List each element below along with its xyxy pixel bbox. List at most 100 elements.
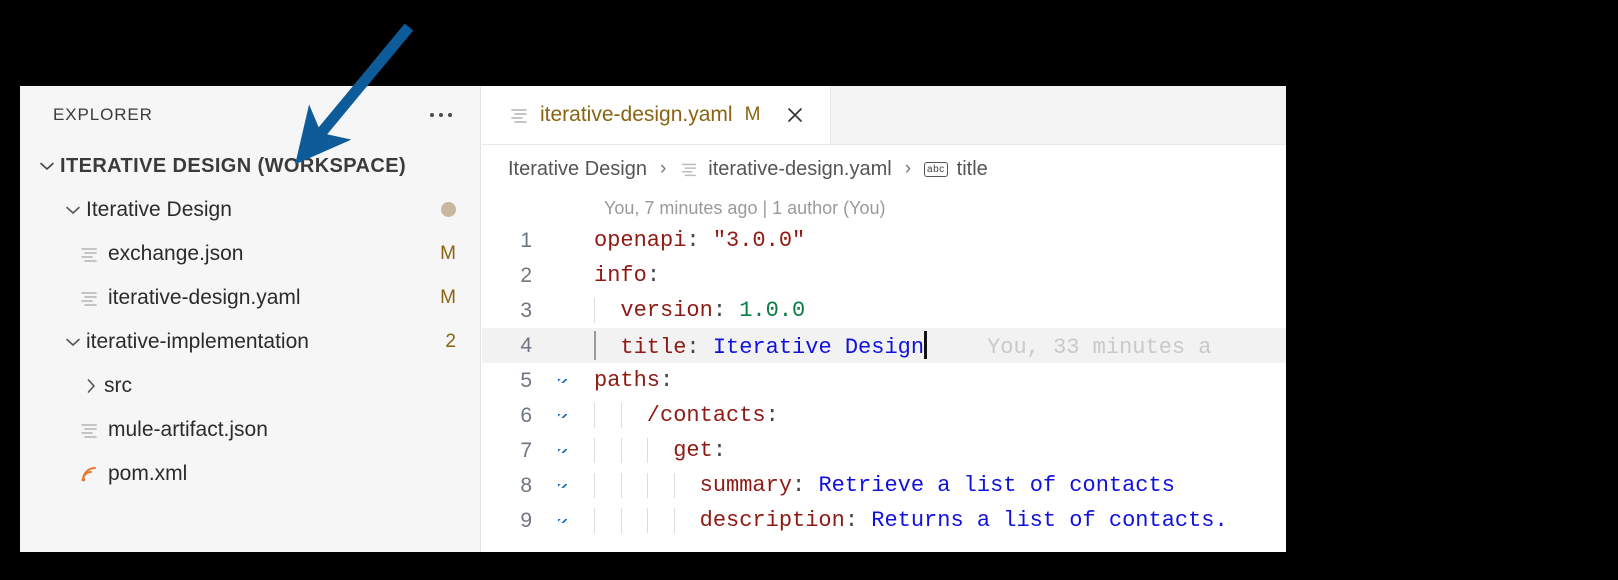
code-line[interactable]: 3 version: 1.0.0 (482, 293, 1286, 328)
line-number: 6 (520, 403, 532, 427)
abc-string-icon: abc (924, 161, 948, 177)
tree-item-badge: M (440, 243, 456, 264)
code-line[interactable]: 8 summary: Retrieve a list of contacts (482, 468, 1286, 503)
line-number: 3 (520, 298, 532, 322)
chevron-right-icon: › (659, 158, 667, 179)
chevron-down-icon[interactable] (60, 197, 86, 223)
tree-item-label: src (104, 374, 132, 397)
breadcrumb-item-folder[interactable]: Iterative Design (508, 158, 647, 181)
line-number: 7 (520, 438, 532, 462)
explorer-sidebar: EXPLORER ITERATIVE DESIGN (WORKSPACE) It… (20, 86, 481, 552)
tree-item-src[interactable]: src (20, 364, 480, 408)
indent-guide (594, 473, 595, 498)
code-token: : (686, 335, 713, 360)
code-line[interactable]: 4 title: Iterative Design You, 33 minutes… (482, 328, 1286, 363)
indent-guide (620, 473, 622, 498)
code-line[interactable]: 1 openapi: "3.0.0" (482, 223, 1286, 258)
code-token: version (594, 298, 713, 323)
screenshot-root: EXPLORER ITERATIVE DESIGN (WORKSPACE) It… (0, 0, 1618, 580)
code-text: version: 1.0.0 (570, 298, 805, 323)
tree-item-label: Iterative Design (86, 198, 232, 221)
tab-iterative-design-yaml[interactable]: iterative-design.yaml M (482, 86, 832, 144)
tree-item-exchange-json[interactable]: exchange.json M (20, 232, 480, 276)
breadcrumb: Iterative Design › iterative-design.yaml… (482, 145, 1286, 193)
code-token: paths (594, 368, 661, 393)
code-token: description (594, 508, 845, 533)
explorer-title: EXPLORER (53, 105, 153, 124)
more-actions-icon[interactable] (424, 107, 458, 123)
code-token: Iterative Design (712, 335, 925, 360)
unsaved-indicator-dot (441, 202, 456, 217)
close-icon[interactable] (782, 102, 808, 128)
code-line[interactable]: 7 get: (482, 433, 1286, 468)
code-token: openapi (594, 228, 687, 253)
line-number: 1 (520, 228, 532, 252)
explorer-header: EXPLORER (20, 86, 480, 144)
chevron-down-icon[interactable] (60, 329, 86, 355)
code-token: title (594, 335, 687, 360)
indent-guide (594, 438, 595, 463)
breadcrumb-item-file[interactable]: iterative-design.yaml (679, 157, 892, 181)
code-token: get (594, 438, 713, 463)
code-token: Retrieve a list of contacts (818, 473, 1175, 498)
tree-item-mule-artifact-json[interactable]: mule-artifact.json (20, 408, 480, 452)
chevron-down-icon[interactable] (34, 153, 60, 179)
code-token: : (686, 228, 713, 253)
indent-guide (594, 298, 595, 323)
line-number: 2 (520, 263, 532, 287)
indent-guide (620, 508, 622, 533)
code-text: openapi: "3.0.0" (570, 228, 805, 253)
code-token: : (712, 438, 727, 463)
code-editor[interactable]: 1 openapi: "3.0.0" 2 info: 3 version: 1.0.0 4… (482, 223, 1286, 538)
tab-modified-badge: M (744, 104, 761, 125)
code-text: /contacts: (570, 403, 779, 428)
tree-item-iterative-design-yaml[interactable]: iterative-design.yaml M (20, 276, 480, 320)
tab-bar: iterative-design.yaml M (482, 86, 1286, 145)
indent-guide (620, 438, 622, 463)
inline-blame-annotation: You, 33 minutes a (987, 335, 1212, 360)
tree-item-label: mule-artifact.json (108, 418, 268, 441)
breadcrumb-folder-label: Iterative Design (508, 157, 647, 180)
tree-item-iterative-implementation[interactable]: iterative-implementation 2 (20, 320, 480, 364)
vscode-window: EXPLORER ITERATIVE DESIGN (WORKSPACE) It… (20, 86, 1286, 552)
code-line[interactable]: 6 /contacts: (482, 398, 1286, 433)
code-token: summary (594, 473, 793, 498)
yaml-file-icon (78, 243, 108, 265)
line-number: 5 (520, 368, 532, 392)
code-token: info (594, 263, 647, 288)
tree-item-iterative-design[interactable]: Iterative Design (20, 188, 480, 232)
code-token: : (792, 473, 819, 498)
code-token: : (844, 508, 872, 533)
yaml-file-icon (508, 104, 530, 126)
indent-guide (594, 508, 595, 533)
breadcrumb-item-symbol[interactable]: abc title (924, 158, 988, 181)
indent-guide (673, 473, 675, 498)
indent-guide (647, 508, 648, 533)
xml-file-icon (78, 463, 108, 485)
line-number: 8 (520, 473, 532, 497)
indent-guide (673, 508, 675, 533)
workspace-root-row[interactable]: ITERATIVE DESIGN (WORKSPACE) (20, 144, 480, 188)
blame-header: You, 7 minutes ago | 1 author (You) (604, 197, 886, 218)
tree-item-label: iterative-design.yaml (108, 286, 301, 309)
workspace-label: ITERATIVE DESIGN (WORKSPACE) (60, 154, 407, 177)
code-text: info: (570, 263, 660, 288)
indent-guide (594, 403, 595, 428)
code-text: description: Returns a list of contacts. (570, 508, 1228, 533)
yaml-file-icon (78, 419, 108, 441)
code-line[interactable]: 9 description: Returns a list of contact… (482, 503, 1286, 538)
breadcrumb-file-label: iterative-design.yaml (708, 157, 892, 180)
chevron-right-icon[interactable] (78, 373, 104, 399)
indent-guide (620, 403, 622, 428)
code-token: "3.0.0" (712, 228, 806, 253)
indent-guide (647, 438, 648, 463)
tree-item-badge: M (440, 287, 456, 308)
dot (448, 113, 452, 117)
code-line[interactable]: 2 info: (482, 258, 1286, 293)
code-line[interactable]: 5 paths: (482, 363, 1286, 398)
line-number: 9 (520, 508, 532, 532)
tree-item-pom-xml[interactable]: pom.xml (20, 452, 480, 496)
editor-area: iterative-design.yaml M Iterative Design… (482, 86, 1286, 552)
line-number: 4 (520, 333, 532, 357)
code-text: paths: (570, 368, 673, 393)
